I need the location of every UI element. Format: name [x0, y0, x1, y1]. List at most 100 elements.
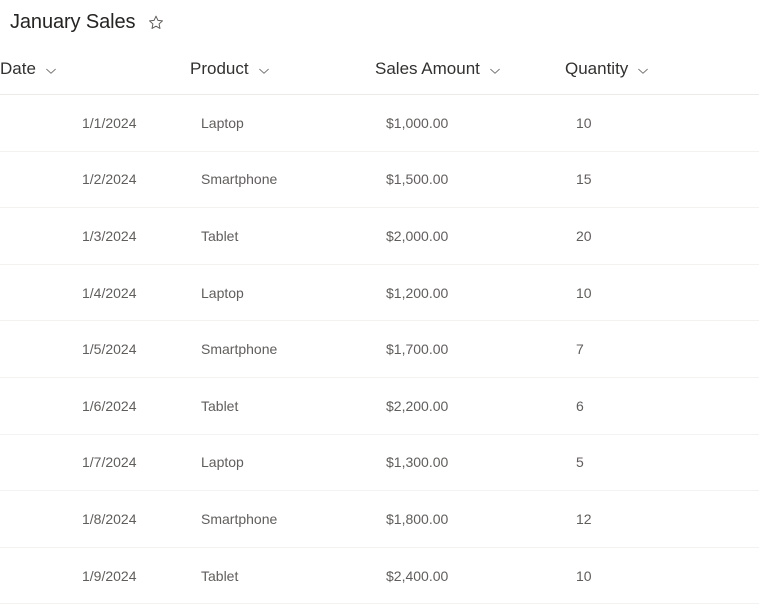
list-page: January Sales Date Product Sales Amount … — [0, 0, 759, 610]
table-row[interactable]: 1/4/2024 Laptop $1,200.00 10 — [0, 264, 759, 322]
table-row[interactable]: 1/5/2024 Smartphone $1,700.00 7 — [0, 320, 759, 378]
cell-text: 20 — [576, 227, 592, 244]
cell-text: 6 — [576, 397, 584, 414]
column-header-label: Product — [190, 59, 249, 78]
cell-text: 10 — [576, 284, 592, 301]
cell-product: Laptop — [190, 434, 375, 492]
cell-date: 1/2/2024 — [0, 151, 190, 209]
sales-table: Date Product Sales Amount Quantity 1/1/2… — [0, 44, 759, 605]
cell-date: 1/6/2024 — [0, 377, 190, 435]
chevron-down-icon[interactable] — [636, 64, 650, 78]
table-body: 1/1/2024 Laptop $1,000.00 10 1/2/2024 Sm… — [0, 94, 759, 605]
cell-date: 1/3/2024 — [0, 207, 190, 265]
cell-sales-amount: $1,700.00 — [375, 320, 565, 378]
cell-text: 1/3/2024 — [82, 227, 137, 244]
column-header-date[interactable]: Date — [0, 44, 190, 95]
table-row[interactable]: 1/6/2024 Tablet $2,200.00 6 — [0, 377, 759, 435]
cell-product: Laptop — [190, 94, 375, 152]
cell-product: Smartphone — [190, 151, 375, 209]
cell-text: $2,200.00 — [386, 397, 449, 414]
title-bar: January Sales — [0, 0, 759, 44]
cell-text: 1/8/2024 — [82, 510, 137, 527]
cell-text: $1,500.00 — [386, 171, 449, 188]
cell-quantity: 6 — [565, 377, 759, 435]
cell-text: Tablet — [201, 227, 239, 244]
chevron-down-icon[interactable] — [44, 64, 58, 78]
cell-quantity: 20 — [565, 207, 759, 265]
cell-date: 1/7/2024 — [0, 434, 190, 492]
cell-text: $1,800.00 — [386, 510, 449, 527]
column-header-quantity[interactable]: Quantity — [565, 44, 759, 95]
cell-date: 1/1/2024 — [0, 94, 190, 152]
column-header-sales-amount[interactable]: Sales Amount — [375, 44, 565, 95]
cell-sales-amount: $2,200.00 — [375, 377, 565, 435]
cell-text: $2,000.00 — [386, 227, 449, 244]
cell-text: $1,300.00 — [386, 454, 449, 471]
cell-quantity: 15 — [565, 151, 759, 209]
cell-quantity: 7 — [565, 320, 759, 378]
table-row[interactable]: 1/7/2024 Laptop $1,300.00 5 — [0, 434, 759, 492]
cell-text: Smartphone — [201, 171, 278, 188]
cell-quantity: 12 — [565, 490, 759, 548]
cell-text: 1/4/2024 — [82, 284, 137, 301]
cell-text: Tablet — [201, 567, 239, 584]
cell-text: 10 — [576, 114, 592, 131]
cell-sales-amount: $1,800.00 — [375, 490, 565, 548]
cell-text: 1/2/2024 — [82, 171, 137, 188]
cell-text: 1/6/2024 — [82, 397, 137, 414]
cell-date: 1/4/2024 — [0, 264, 190, 322]
cell-date: 1/9/2024 — [0, 547, 190, 605]
cell-text: 10 — [576, 567, 592, 584]
cell-text: Tablet — [201, 397, 239, 414]
cell-sales-amount: $1,200.00 — [375, 264, 565, 322]
cell-sales-amount: $2,400.00 — [375, 547, 565, 605]
star-outline-icon[interactable] — [145, 12, 167, 34]
table-header-row: Date Product Sales Amount Quantity — [0, 44, 759, 95]
cell-text: $1,200.00 — [386, 284, 449, 301]
cell-quantity: 10 — [565, 264, 759, 322]
cell-quantity: 5 — [565, 434, 759, 492]
table-row[interactable]: 1/8/2024 Smartphone $1,800.00 12 — [0, 490, 759, 548]
cell-sales-amount: $2,000.00 — [375, 207, 565, 265]
column-header-label: Quantity — [565, 59, 629, 78]
cell-sales-amount: $1,500.00 — [375, 151, 565, 209]
cell-product: Tablet — [190, 377, 375, 435]
page-title: January Sales — [10, 11, 136, 33]
cell-text: 15 — [576, 171, 592, 188]
cell-text: 12 — [576, 510, 592, 527]
cell-sales-amount: $1,300.00 — [375, 434, 565, 492]
cell-quantity: 10 — [565, 547, 759, 605]
cell-product: Smartphone — [190, 490, 375, 548]
cell-quantity: 10 — [565, 94, 759, 152]
chevron-down-icon[interactable] — [488, 64, 502, 78]
cell-text: Laptop — [201, 454, 244, 471]
cell-product: Tablet — [190, 547, 375, 605]
table-row[interactable]: 1/2/2024 Smartphone $1,500.00 15 — [0, 151, 759, 209]
cell-date: 1/5/2024 — [0, 320, 190, 378]
column-header-product[interactable]: Product — [190, 44, 375, 95]
cell-product: Laptop — [190, 264, 375, 322]
chevron-down-icon[interactable] — [257, 64, 271, 78]
column-header-label: Date — [0, 59, 36, 78]
cell-text: 1/9/2024 — [82, 567, 137, 584]
cell-text: 5 — [576, 454, 584, 471]
table-row[interactable]: 1/3/2024 Tablet $2,000.00 20 — [0, 207, 759, 265]
cell-date: 1/8/2024 — [0, 490, 190, 548]
column-header-label: Sales Amount — [375, 59, 480, 78]
cell-text: Smartphone — [201, 510, 278, 527]
cell-text: Smartphone — [201, 341, 278, 358]
cell-text: $2,400.00 — [386, 567, 449, 584]
cell-text: 1/5/2024 — [82, 341, 137, 358]
cell-sales-amount: $1,000.00 — [375, 94, 565, 152]
cell-product: Tablet — [190, 207, 375, 265]
cell-text: 7 — [576, 341, 584, 358]
cell-product: Smartphone — [190, 320, 375, 378]
cell-text: 1/7/2024 — [82, 454, 137, 471]
table-row[interactable]: 1/1/2024 Laptop $1,000.00 10 — [0, 94, 759, 152]
cell-text: $1,000.00 — [386, 114, 449, 131]
cell-text: $1,700.00 — [386, 341, 449, 358]
cell-text: Laptop — [201, 114, 244, 131]
cell-text: 1/1/2024 — [82, 114, 137, 131]
cell-text: Laptop — [201, 284, 244, 301]
table-row[interactable]: 1/9/2024 Tablet $2,400.00 10 — [0, 547, 759, 605]
